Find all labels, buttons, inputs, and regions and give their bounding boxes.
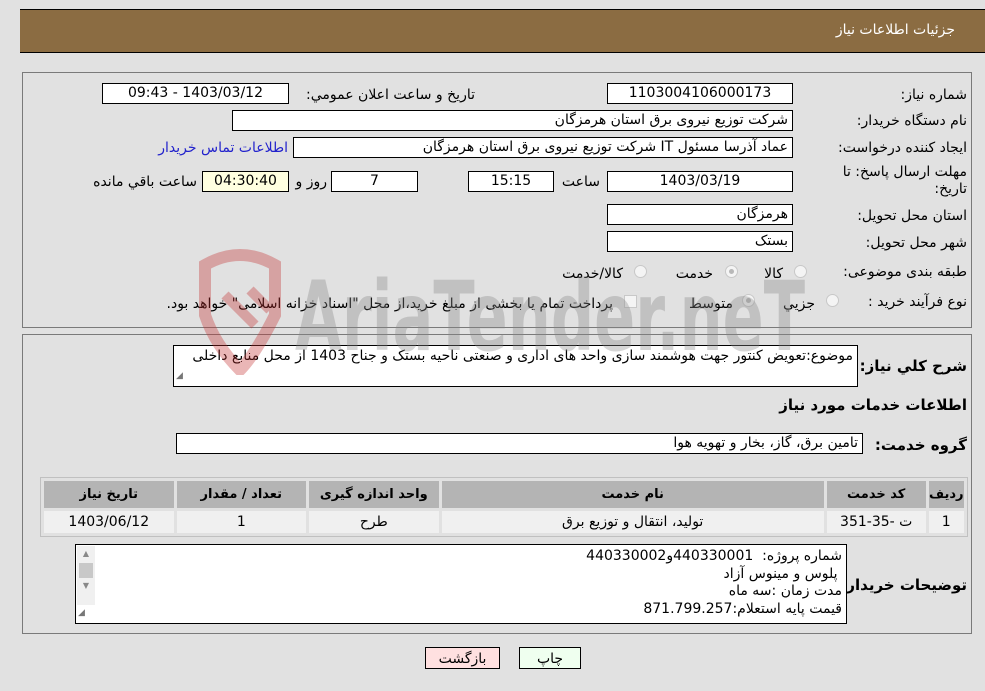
announce-datetime-field[interactable]: 1403/03/12 - 09:43	[102, 83, 289, 104]
days-label: روز و	[295, 174, 328, 190]
cell-service-code: ت -35-351	[826, 511, 926, 533]
deadline-time-field[interactable]: 15:15	[468, 171, 554, 192]
buyer-notes-line: شماره پروژه: 440330001و440330002	[586, 548, 842, 564]
buyer-notes-line: پلوس و مینوس آزاد	[723, 565, 842, 582]
creator-label: ایجاد کننده درخواست:	[838, 140, 967, 156]
process-type-label: نوع فرآیند خرید :	[868, 294, 967, 310]
treasury-note: پرداخت تمام یا بخشی از مبلغ خرید،از محل …	[166, 296, 613, 312]
page-title: جزئیات اطلاعات نیاز	[835, 22, 955, 38]
scroll-down-arrow-icon[interactable]: ▼	[77, 578, 95, 594]
resize-grip-icon[interactable]: ◢	[176, 368, 183, 385]
deadline-label-line1: مهلت ارسال پاسخ: تا	[842, 164, 967, 180]
cell-quantity: 1	[176, 511, 307, 533]
buyer-org-field[interactable]: شرکت توزیع نیروی برق استان هرمزگان	[232, 110, 793, 131]
category-option-goods: کالا	[764, 266, 783, 282]
col-header-unit: واحد اندازه گیری	[309, 481, 439, 508]
cell-need-date: 1403/06/12	[44, 511, 174, 533]
col-header-row-num: ردیف	[928, 481, 964, 508]
services-table: ردیف کد خدمت نام خدمت واحد اندازه گیری ت…	[40, 477, 968, 537]
scroll-thumb[interactable]	[79, 563, 93, 578]
need-number-label: شماره نیاز:	[900, 87, 968, 103]
col-header-quantity: تعداد / مقدار	[176, 481, 307, 508]
scroll-up-arrow-icon[interactable]: ▲	[77, 546, 95, 562]
service-group-label: گروه خدمت:	[874, 436, 967, 454]
deadline-date-field[interactable]: 1403/03/19	[607, 171, 793, 192]
col-header-service-code: کد خدمت	[826, 481, 926, 508]
remaining-time-label: ساعت باقي مانده	[93, 174, 197, 190]
col-header-need-date: تاریخ نیاز	[44, 481, 174, 508]
treasury-checkbox[interactable]	[624, 295, 637, 308]
table-row: 1 ت -35-351 تولید، انتقال و توزیع برق طر…	[44, 511, 964, 533]
description-label: شرح کلي نیاز:	[859, 357, 967, 375]
buyer-notes-scrollbar[interactable]: ▲ ▼	[77, 546, 95, 605]
city-label: شهر محل تحویل:	[865, 235, 967, 251]
category-option-goods-service: کالا/خدمت	[562, 266, 623, 282]
need-number-field[interactable]: 1103004106000173	[607, 83, 793, 104]
process-radio-medium[interactable]	[742, 294, 755, 307]
city-field[interactable]: بستک	[607, 231, 793, 252]
remaining-time-field: 04:30:40	[202, 171, 289, 192]
buyer-notes-label: توضیحات خریدار:	[840, 576, 967, 594]
service-group-field[interactable]: تامین برق، گاز، بخار و تهویه هوا	[176, 433, 863, 454]
cell-unit: طرح	[309, 511, 439, 533]
category-option-service: خدمت	[675, 266, 713, 282]
deadline-time-label: ساعت	[561, 174, 600, 190]
cell-row-num: 1	[928, 511, 964, 533]
resize-grip-icon[interactable]: ◢	[78, 605, 85, 623]
page-header: جزئیات اطلاعات نیاز	[20, 9, 985, 53]
buyer-notes-textarea[interactable]: شماره پروژه: 440330001و440330002 پلوس و …	[75, 544, 847, 624]
back-button[interactable]: بازگشت	[425, 647, 500, 669]
days-remaining-field[interactable]: 7	[331, 171, 418, 192]
province-field[interactable]: هرمزگان	[607, 204, 793, 225]
deadline-label-line2: تاریخ:	[934, 181, 967, 197]
buyer-notes-line: مدت زمان :سه ماه	[728, 583, 842, 599]
cell-service-name: تولید، انتقال و توزیع برق	[441, 511, 824, 533]
description-text: موضوع:تعویض کنتور جهت هوشمند سازی واحد ه…	[192, 348, 853, 364]
category-radio-service[interactable]	[725, 265, 738, 278]
deadline-label: مهلت ارسال پاسخ: تا تاریخ:	[843, 164, 967, 198]
category-radio-goods-service[interactable]	[634, 265, 647, 278]
province-label: استان محل تحویل:	[857, 208, 967, 224]
process-radio-minor[interactable]	[826, 294, 839, 307]
col-header-service-name: نام خدمت	[441, 481, 824, 508]
category-radio-goods[interactable]	[794, 265, 807, 278]
buyer-contact-link[interactable]: اطلاعات تماس خریدار	[158, 140, 288, 156]
announce-datetime-label: تاریخ و ساعت اعلان عمومي:	[306, 87, 475, 103]
creator-field[interactable]: عماد آذرسا مسئول IT شرکت توزیع نیروی برق…	[293, 137, 793, 158]
process-option-medium: متوسط	[689, 296, 733, 312]
table-header-row: ردیف کد خدمت نام خدمت واحد اندازه گیری ت…	[44, 481, 964, 508]
category-label: طبقه بندی موضوعی:	[843, 264, 967, 280]
process-option-minor: جزیي	[783, 296, 815, 312]
print-button[interactable]: چاپ	[519, 647, 581, 669]
buyer-org-label: نام دستگاه خریدار:	[856, 113, 967, 129]
buyer-notes-line: قیمت پایه استعلام:871.799.257	[643, 600, 842, 617]
description-textarea[interactable]: موضوع:تعویض کنتور جهت هوشمند سازی واحد ه…	[173, 345, 858, 387]
services-section-title: اطلاعات خدمات مورد نیاز	[779, 396, 967, 414]
